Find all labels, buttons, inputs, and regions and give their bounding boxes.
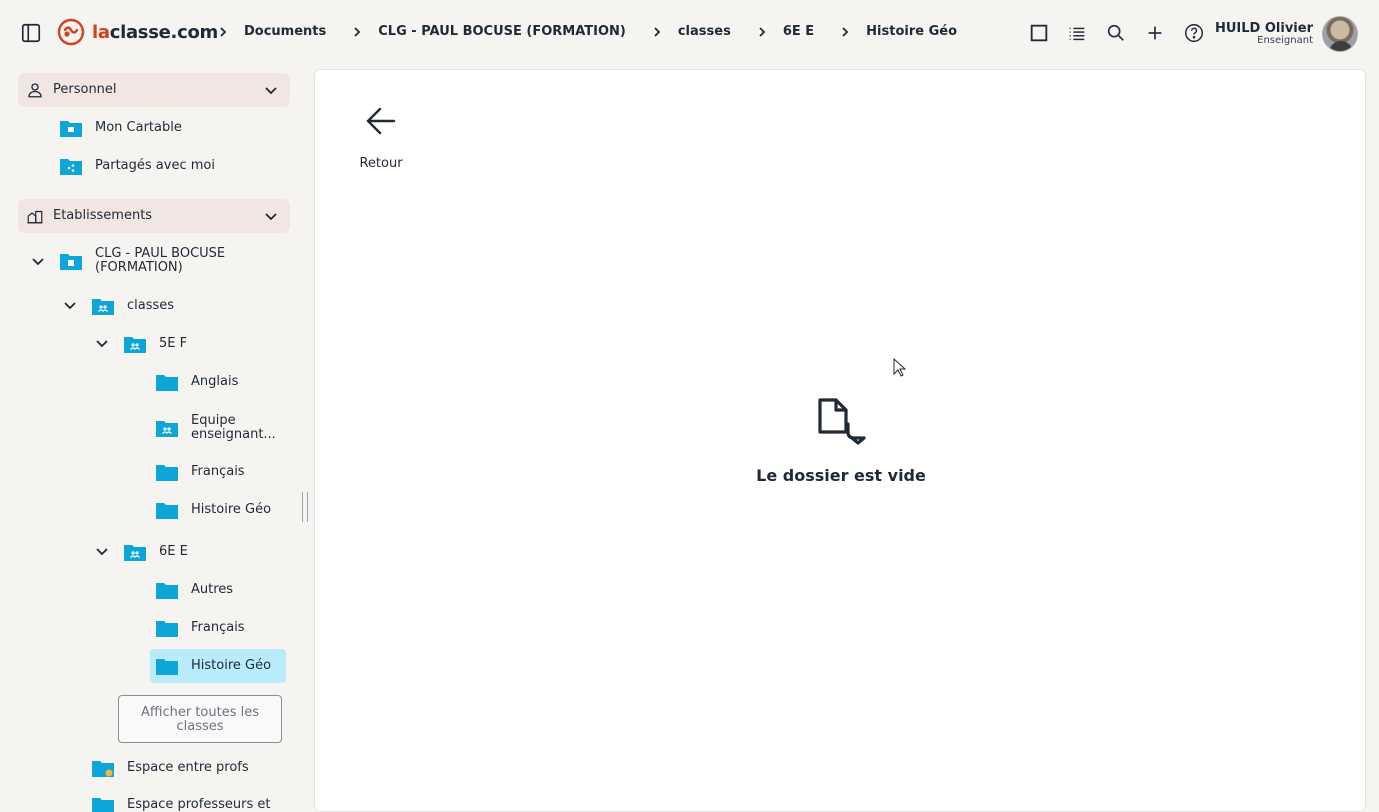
shared-folder-icon xyxy=(60,159,82,175)
section-label: Personnel xyxy=(53,82,117,97)
sidebar-item-label: Français xyxy=(191,620,245,635)
sidebar-item-histoire-5e[interactable]: Histoire Géo xyxy=(156,493,271,527)
sidebar-item-class-5ef[interactable]: 5E F xyxy=(124,327,187,361)
arrow-left-icon xyxy=(366,107,396,135)
sidebar-item-label: Anglais xyxy=(191,374,239,389)
top-header: laclasse.com Documents CLG - PAUL BOCUSE… xyxy=(0,0,1379,66)
user-icon xyxy=(28,83,42,98)
empty-state: Le dossier est vide xyxy=(315,396,1367,485)
sidebar-item-espace-profs[interactable]: Espace entre profs xyxy=(92,751,249,785)
sidebar-item-espace-profs-eleves[interactable]: Espace professeurs et xyxy=(92,788,270,812)
group-folder-icon xyxy=(156,421,178,437)
laclasse-logo-icon xyxy=(57,18,85,46)
group-folder-icon xyxy=(92,299,114,315)
building-icon xyxy=(27,210,43,224)
breadcrumb-school[interactable]: CLG - PAUL BOCUSE (FORMATION) xyxy=(378,24,626,39)
sidebar-item-label: Histoire Géo xyxy=(191,658,272,673)
school-folder-icon xyxy=(60,254,82,270)
sidebar-resize-handle[interactable] xyxy=(302,492,308,522)
shared-space-folder-icon xyxy=(92,761,114,777)
folder-icon xyxy=(156,659,178,675)
folder-icon xyxy=(92,798,114,812)
breadcrumb-class[interactable]: 6E E xyxy=(783,24,814,39)
sidebar-item-label: Espace entre profs xyxy=(127,760,249,775)
logo-text: laclasse.com xyxy=(92,21,218,43)
search-icon[interactable] xyxy=(1105,22,1127,44)
chevron-right-icon xyxy=(354,26,361,37)
sidebar-item-label: Histoire Géo xyxy=(191,502,272,517)
sidebar-item-label: classes xyxy=(127,298,175,313)
help-icon[interactable] xyxy=(1183,22,1205,44)
list-view-icon[interactable] xyxy=(1066,22,1088,44)
section-personnel[interactable]: Personnel xyxy=(18,73,290,107)
file-move-icon xyxy=(818,398,866,445)
chevron-down-icon[interactable] xyxy=(95,545,109,559)
chevron-right-icon xyxy=(842,26,849,37)
mouse-cursor-icon xyxy=(893,358,907,377)
group-folder-icon xyxy=(124,337,146,353)
add-icon[interactable] xyxy=(1144,22,1166,44)
sidebar-item-label: Partagés avec moi xyxy=(95,158,215,173)
chevron-down-icon[interactable] xyxy=(95,337,109,351)
sidebar-item-equipe[interactable]: Equipe enseignant... xyxy=(156,411,281,445)
show-all-classes-button[interactable]: Afficher toutes les classes xyxy=(118,695,282,743)
sidebar-item-partages[interactable]: Partagés avec moi xyxy=(60,149,215,183)
empty-message: Le dossier est vide xyxy=(756,466,926,485)
group-folder-icon xyxy=(124,545,146,561)
sidebar-item-mon-cartable[interactable]: Mon Cartable xyxy=(60,111,182,145)
sidebar: Personnel Mon Cartable Partagés avec moi… xyxy=(0,66,310,812)
sidebar-item-label: Mon Cartable xyxy=(95,120,182,135)
back-label: Retour xyxy=(359,156,403,171)
sidebar-item-label: Espace professeurs et xyxy=(127,797,271,812)
sidebar-item-autres[interactable]: Autres xyxy=(156,573,233,607)
back-button[interactable]: Retour xyxy=(359,104,403,171)
grid-view-icon[interactable] xyxy=(1028,22,1050,44)
sidebar-item-classes[interactable]: classes xyxy=(92,289,174,323)
user-name: HUILD Olivier xyxy=(1215,21,1313,36)
folder-icon xyxy=(156,375,178,391)
sidebar-toggle-icon[interactable] xyxy=(20,22,42,44)
sidebar-item-label: Français xyxy=(191,464,245,479)
sidebar-item-school[interactable]: CLG - PAUL BOCUSE (FORMATION) xyxy=(60,244,290,278)
sidebar-item-label: CLG - PAUL BOCUSE (FORMATION) xyxy=(95,246,226,275)
breadcrumb-classes[interactable]: classes xyxy=(678,24,731,39)
breadcrumb-documents[interactable]: Documents xyxy=(244,24,326,39)
chevron-down-icon[interactable] xyxy=(31,255,45,269)
sidebar-item-anglais[interactable]: Anglais xyxy=(156,365,238,399)
folder-icon xyxy=(156,583,178,599)
sidebar-item-label: 6E E xyxy=(159,544,188,559)
sidebar-item-class-6ee[interactable]: 6E E xyxy=(124,535,188,569)
section-etablissements[interactable]: Etablissements xyxy=(18,199,290,233)
chevron-right-icon xyxy=(654,26,661,37)
main-panel: Retour Le dossier est vide xyxy=(314,69,1366,812)
sidebar-item-label: 5E F xyxy=(159,336,188,351)
sidebar-item-label: Autres xyxy=(191,582,234,597)
folder-icon xyxy=(156,621,178,637)
breadcrumb-current[interactable]: Histoire Géo xyxy=(866,24,957,39)
app-logo[interactable]: laclasse.com xyxy=(56,17,218,47)
chevron-right-icon xyxy=(759,26,766,37)
sidebar-item-francais-6e[interactable]: Français xyxy=(156,611,245,645)
section-label: Etablissements xyxy=(53,208,153,223)
folder-icon xyxy=(156,465,178,481)
sidebar-item-label: Equipe enseignant... xyxy=(191,413,276,442)
folder-icon xyxy=(156,503,178,519)
breadcrumb: Documents CLG - PAUL BOCUSE (FORMATION) … xyxy=(216,24,957,39)
user-info[interactable]: HUILD Olivier Enseignant xyxy=(1215,22,1313,46)
chevron-down-icon[interactable] xyxy=(264,84,278,98)
chevron-down-icon[interactable] xyxy=(63,299,77,313)
sidebar-item-francais-5e[interactable]: Français xyxy=(156,455,245,489)
avatar[interactable] xyxy=(1322,16,1358,52)
chevron-right-icon xyxy=(220,26,227,37)
user-role: Enseignant xyxy=(1257,34,1313,46)
briefcase-folder-icon xyxy=(60,121,82,137)
chevron-down-icon[interactable] xyxy=(264,210,278,224)
sidebar-item-histoire-6e-selected[interactable]: Histoire Géo xyxy=(150,649,286,683)
